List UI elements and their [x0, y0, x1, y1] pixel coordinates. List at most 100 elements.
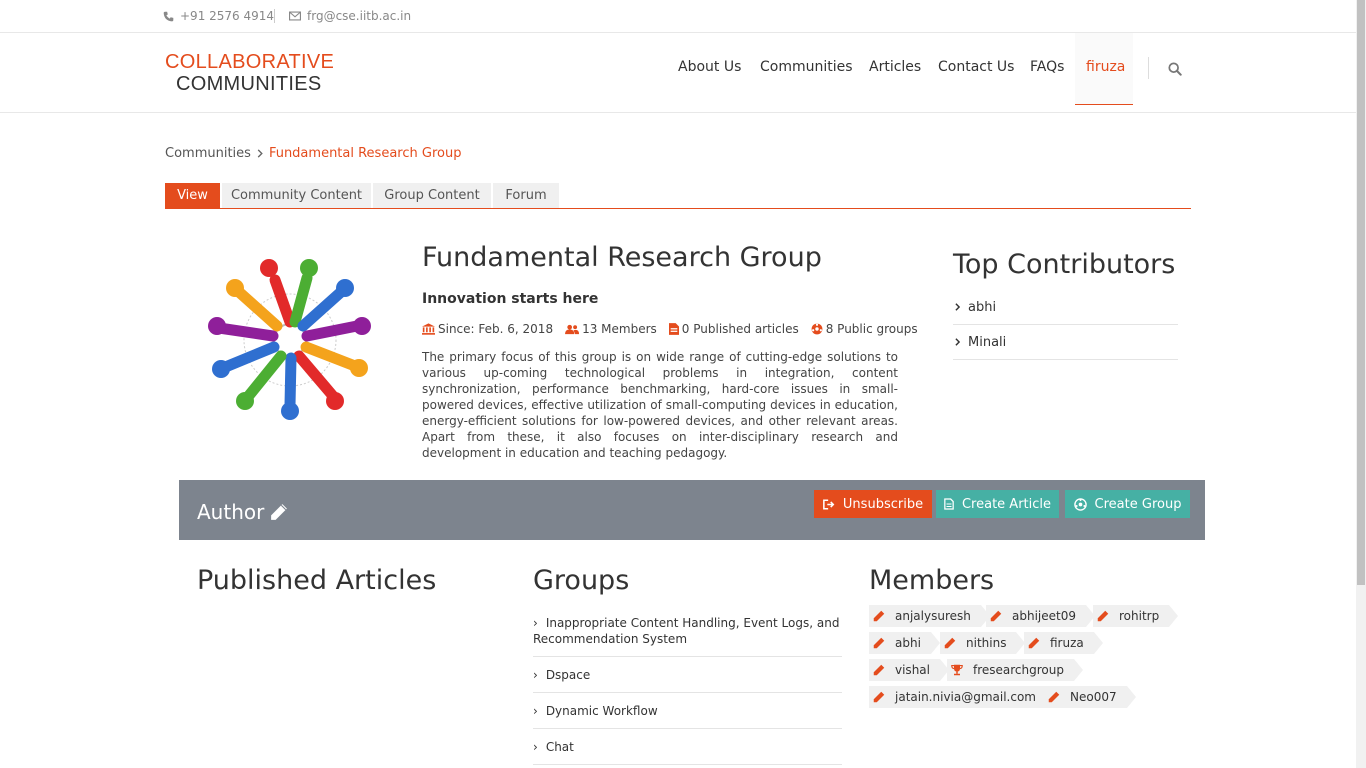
pencil-icon — [990, 610, 1002, 622]
list-item[interactable]: › Chat — [533, 729, 842, 765]
group-tagline: Innovation starts here — [422, 291, 599, 307]
nav-communities[interactable]: Communities — [760, 59, 853, 75]
group-stats: Since: Feb. 6, 2018 13 Members 0 Publish… — [422, 322, 918, 336]
phone-info: +91 2576 4914 — [163, 9, 274, 23]
group-name[interactable]: Dynamic Workflow — [546, 704, 658, 718]
nav-faqs[interactable]: FAQs — [1030, 59, 1064, 75]
soccer-ball-icon — [811, 323, 823, 335]
group-title: Fundamental Research Group — [422, 242, 822, 273]
tab-community-content[interactable]: Community Content — [222, 183, 371, 208]
breadcrumb-current[interactable]: Fundamental Research Group — [269, 146, 462, 161]
trophy-icon — [951, 664, 963, 676]
author-label: Author — [197, 500, 288, 524]
chevron-right-icon — [257, 149, 263, 158]
breadcrumb: Communities Fundamental Research Group — [165, 146, 461, 161]
search-icon[interactable] — [1168, 62, 1182, 76]
groups-title: Groups — [533, 565, 630, 596]
nav-user-firuza[interactable]: firuza — [1086, 59, 1125, 75]
member-tag[interactable]: firuza — [1024, 632, 1103, 654]
contributor-name[interactable]: abhi — [968, 300, 996, 315]
member-tag[interactable]: Neo007 — [1044, 686, 1136, 708]
group-name[interactable]: Dspace — [546, 668, 590, 682]
scrollbar-thumb[interactable] — [1357, 0, 1365, 585]
site-logo[interactable]: COLLABORATIVE COMMUNITIES — [165, 51, 334, 95]
breadcrumb-communities[interactable]: Communities — [165, 146, 251, 161]
chevron-right-icon — [955, 338, 960, 346]
member-tag[interactable]: jatain.nivia@gmail.com — [869, 686, 1055, 708]
member-tag[interactable]: abhi — [869, 632, 940, 654]
nav-divider — [1148, 57, 1149, 79]
top-contributors-list: abhi Minali — [953, 290, 1178, 360]
email-address[interactable]: frg@cse.iitb.ac.in — [307, 9, 411, 23]
email-info[interactable]: frg@cse.iitb.ac.in — [289, 9, 411, 23]
nav-contact-us[interactable]: Contact Us — [938, 59, 1014, 75]
member-name[interactable]: vishal — [895, 663, 930, 677]
since-text: Since: Feb. 6, 2018 — [438, 322, 554, 336]
list-item[interactable]: › Dynamic Workflow — [533, 693, 842, 729]
nav-about-us[interactable]: About Us — [678, 59, 741, 75]
nav-articles[interactable]: Articles — [869, 59, 921, 75]
published-articles-title: Published Articles — [197, 565, 437, 596]
logo-line-2: COMMUNITIES — [176, 73, 322, 95]
file-icon — [668, 323, 679, 335]
member-name[interactable]: firuza — [1050, 636, 1084, 650]
public-groups-count: 8 Public groups — [825, 322, 918, 336]
published-count: 0 Published articles — [681, 322, 799, 336]
chevron-right-icon — [955, 303, 960, 311]
member-name[interactable]: fresearchgroup — [973, 663, 1064, 677]
member-name[interactable]: Neo007 — [1070, 690, 1117, 704]
member-name[interactable]: abhi — [895, 636, 921, 650]
people-circle-graphic — [208, 259, 371, 420]
tab-view[interactable]: View — [165, 183, 220, 208]
users-icon — [565, 324, 580, 334]
list-item[interactable]: › Inappropriate Content Handling, Event L… — [533, 605, 842, 657]
group-name[interactable]: Inappropriate Content Handling, Event Lo… — [533, 616, 839, 646]
member-name[interactable]: rohitrp — [1119, 609, 1159, 623]
member-name[interactable]: jatain.nivia@gmail.com — [895, 690, 1036, 704]
member-tag[interactable]: rohitrp — [1093, 605, 1179, 627]
bank-icon — [422, 323, 435, 335]
author-text: Author — [197, 500, 265, 524]
create-group-button[interactable]: Create Group — [1065, 490, 1190, 518]
list-item[interactable]: Minali — [953, 325, 1178, 360]
logo-line-1: COLLABORATIVE — [165, 51, 335, 73]
pencil-icon — [873, 664, 885, 676]
member-name[interactable]: anjalysuresh — [895, 609, 971, 623]
top-contributors-title: Top Contributors — [953, 249, 1176, 280]
chevron-right-icon: › — [533, 704, 538, 718]
member-tag[interactable]: anjalysuresh — [869, 605, 990, 627]
groups-list: › Inappropriate Content Handling, Event L… — [533, 605, 842, 765]
tab-forum[interactable]: Forum — [493, 183, 559, 208]
create-article-button[interactable]: Create Article — [936, 490, 1059, 518]
pencil-icon — [873, 610, 885, 622]
unsubscribe-button[interactable]: Unsubscribe — [814, 490, 932, 518]
phone-number: +91 2576 4914 — [180, 9, 275, 23]
page-scrollbar[interactable] — [1356, 0, 1366, 768]
pencil-icon — [1048, 691, 1060, 703]
member-tag[interactable]: vishal — [869, 659, 949, 681]
pencil-icon — [873, 637, 885, 649]
member-tag[interactable]: fresearchgroup — [947, 659, 1083, 681]
member-tag[interactable]: nithins — [940, 632, 1026, 654]
member-name[interactable]: abhijeet09 — [1012, 609, 1076, 623]
stat-since: Since: Feb. 6, 2018 — [422, 322, 553, 336]
member-tag[interactable]: abhijeet09 — [986, 605, 1095, 627]
phone-icon — [163, 11, 174, 21]
pencil-icon — [1097, 610, 1109, 622]
pencil-icon — [1028, 637, 1040, 649]
stat-members: 13 Members — [565, 322, 657, 336]
top-contact-bar: +91 2576 4914 frg@cse.iitb.ac.in — [0, 0, 1366, 33]
contributor-name[interactable]: Minali — [968, 335, 1006, 350]
pencil-icon — [271, 504, 288, 520]
group-name[interactable]: Chat — [546, 740, 574, 754]
chevron-right-icon: › — [533, 668, 538, 682]
list-item[interactable]: abhi — [953, 290, 1178, 325]
author-bar: Author Unsubscribe Create Article Create… — [179, 480, 1205, 540]
group-description: The primary focus of this group is on wi… — [422, 350, 898, 460]
tab-group-content[interactable]: Group Content — [373, 183, 491, 208]
document-icon — [944, 498, 954, 510]
divider — [274, 9, 275, 23]
create-group-label: Create Group — [1094, 496, 1182, 512]
member-name[interactable]: nithins — [966, 636, 1006, 650]
list-item[interactable]: › Dspace — [533, 657, 842, 693]
